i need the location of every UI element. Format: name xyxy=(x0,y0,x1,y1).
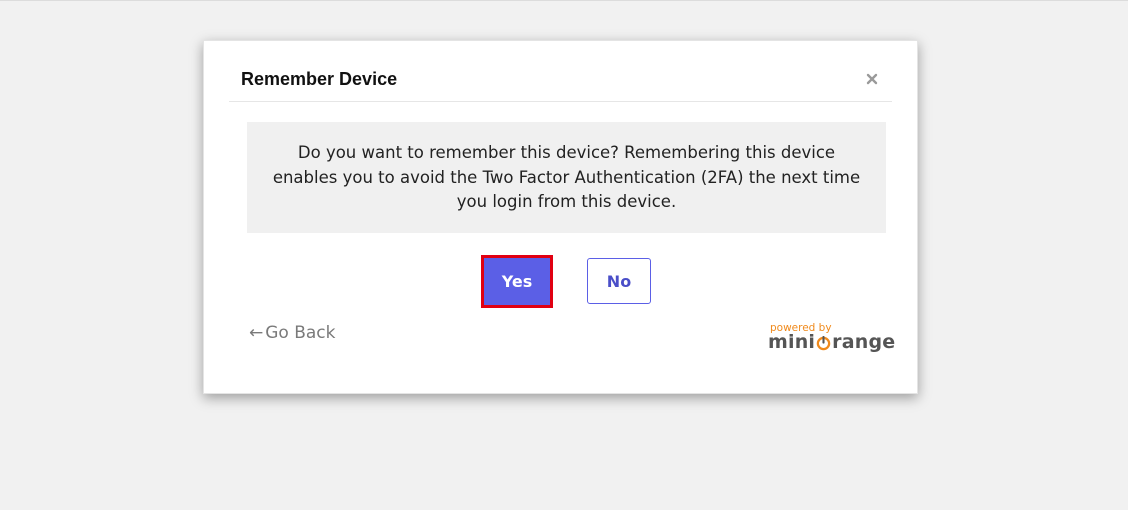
remember-device-dialog: Remember Device Do you want to remember … xyxy=(203,40,918,394)
go-back-label: Go Back xyxy=(265,323,336,343)
left-arrow-icon: ← xyxy=(249,323,264,343)
miniorange-logo: mini range xyxy=(768,331,895,353)
brand-suffix: range xyxy=(832,331,896,353)
dialog-message: Do you want to remember this device? Rem… xyxy=(272,143,861,211)
close-icon[interactable] xyxy=(864,71,880,87)
dialog-title: Remember Device xyxy=(241,69,398,89)
page-top-border xyxy=(0,0,1128,1)
miniorange-o-icon xyxy=(816,335,831,350)
title-divider xyxy=(229,101,892,102)
brand-prefix: mini xyxy=(768,331,816,353)
no-button[interactable]: No xyxy=(587,258,651,304)
yes-button[interactable]: Yes xyxy=(481,255,553,308)
dialog-message-box: Do you want to remember this device? Rem… xyxy=(247,122,886,233)
go-back-link[interactable]: ← Go Back xyxy=(249,323,336,343)
